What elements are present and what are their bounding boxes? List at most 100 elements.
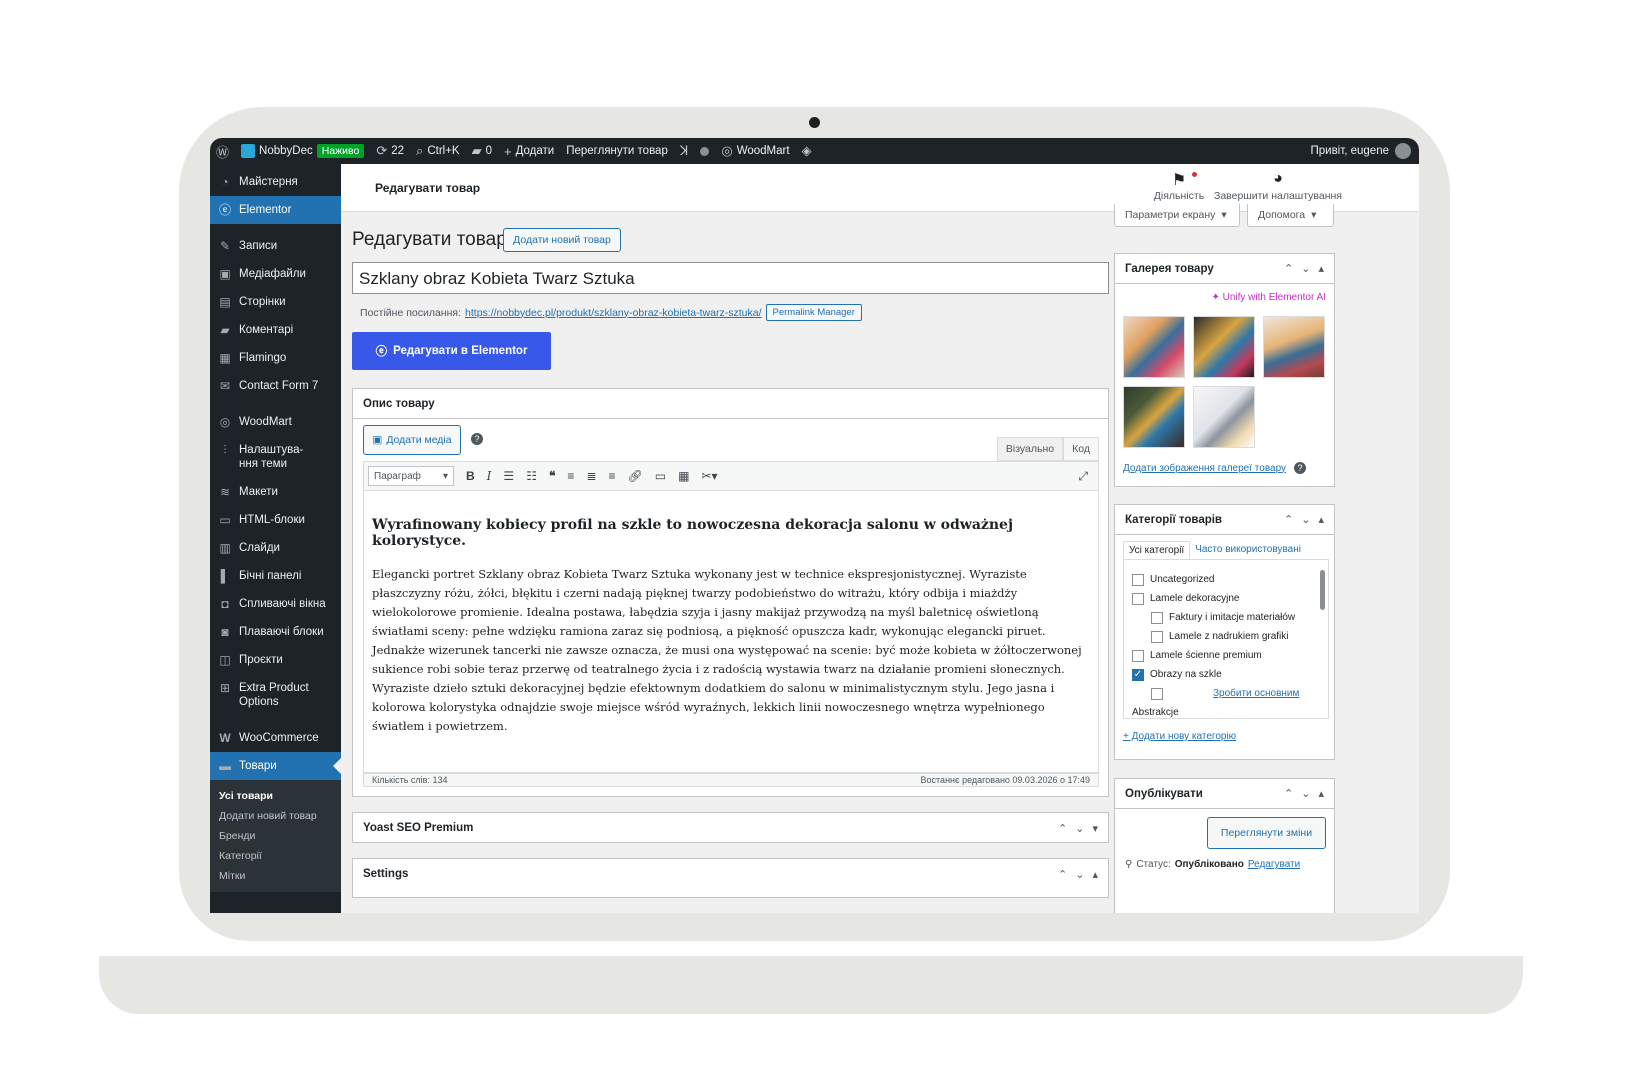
help-button[interactable]: Допомога ▾: [1247, 204, 1334, 227]
sidebar-item-woodmart[interactable]: ◎ WoodMart: [210, 408, 341, 436]
sidebar-item-media[interactable]: ▣ Медіафайли: [210, 260, 341, 288]
chevron-down-icon[interactable]: ⌄: [1301, 513, 1310, 526]
add-media-button[interactable]: ▣ Додати медіа: [363, 425, 461, 455]
command-palette-button[interactable]: ⌕ Ctrl+K: [410, 138, 466, 164]
make-primary-link[interactable]: Зробити основним: [1213, 688, 1299, 699]
tab-most-used[interactable]: Часто використовувані: [1190, 541, 1306, 559]
sidebar-item-pages[interactable]: ▤ Сторінки: [210, 288, 341, 316]
blockquote-icon[interactable]: ❝: [549, 469, 555, 483]
category-item[interactable]: Lamele ścienne premium: [1132, 646, 1320, 665]
category-checkbox[interactable]: [1151, 630, 1163, 643]
align-right-icon[interactable]: ≡: [609, 469, 616, 483]
account-menu[interactable]: Привіт, eugene: [1310, 143, 1419, 159]
category-checkbox[interactable]: [1132, 592, 1144, 605]
categories-box-header[interactable]: Категорії товарів ⌃ ⌄ ▴: [1115, 505, 1334, 535]
status-dot[interactable]: [694, 138, 715, 164]
product-title-input[interactable]: Szklany obraz Kobieta Twarz Sztuka: [352, 262, 1109, 294]
tab-code[interactable]: Код: [1063, 437, 1099, 461]
wordpress-logo-button[interactable]: Ⓦ: [210, 138, 235, 164]
publish-box-header[interactable]: Опублікувати ⌃ ⌄ ▴: [1115, 779, 1334, 809]
category-item[interactable]: Faktury i imitacje materiałów: [1132, 608, 1320, 627]
category-item[interactable]: Uncategorized: [1132, 570, 1320, 589]
add-gallery-images-link[interactable]: Додати зображення галереї товару: [1123, 463, 1286, 474]
chevron-up-icon[interactable]: ⌃: [1058, 868, 1067, 881]
gallery-image[interactable]: [1123, 316, 1185, 378]
category-checkbox[interactable]: [1132, 649, 1144, 662]
activity-button[interactable]: ⚑ Діяльність: [1147, 170, 1211, 202]
sidebar-item-slides[interactable]: ▥ Слайди: [210, 534, 341, 562]
chevron-up-icon[interactable]: ⌃: [1284, 787, 1293, 800]
editor-content[interactable]: Wyrafinowany kobiecy profil na szkle to …: [363, 491, 1099, 773]
bold-icon[interactable]: B: [466, 469, 475, 483]
bullet-list-icon[interactable]: ☰: [503, 469, 514, 483]
sidebar-item-theme-settings[interactable]: ⫶ Налаштува- ння теми: [210, 436, 341, 478]
category-item[interactable]: Lamele z nadrukiem grafiki: [1132, 627, 1320, 646]
submenu-tags[interactable]: Мітки: [210, 866, 341, 886]
chevron-up-icon[interactable]: ⌃: [1284, 262, 1293, 275]
submenu-all-products[interactable]: Усі товари: [210, 786, 341, 806]
category-scrollbar[interactable]: [1320, 570, 1325, 610]
sidebar-item-comments[interactable]: ▰ Коментарі: [210, 316, 341, 344]
yoast-button[interactable]: ꓘ: [674, 138, 695, 164]
read-more-icon[interactable]: ▭: [655, 469, 666, 483]
gallery-image[interactable]: [1263, 316, 1325, 378]
gallery-image[interactable]: [1193, 316, 1255, 378]
edit-status-link[interactable]: Редагувати: [1248, 859, 1300, 870]
toggle-arrow-icon[interactable]: ▾: [1092, 822, 1098, 835]
category-checkbox-checked[interactable]: ✓: [1132, 668, 1144, 681]
add-new-link[interactable]: + Додати: [498, 138, 560, 164]
format-select[interactable]: Параграф ▾: [368, 466, 454, 486]
finish-setup-button[interactable]: ◕ Завершити налаштування: [1211, 170, 1345, 202]
sidebar-item-dashboard[interactable]: ◔ Майстерня: [210, 168, 341, 196]
category-item[interactable]: Lamele dekoracyjne: [1132, 589, 1320, 608]
add-new-product-button[interactable]: Додати новий товар: [503, 228, 621, 252]
add-new-category-link[interactable]: + Додати нову категорію: [1123, 731, 1236, 742]
sidebar-item-floating-blocks[interactable]: ◙ Плаваючі блоки: [210, 618, 341, 646]
site-name-link[interactable]: NobbyDec Наживо: [235, 138, 370, 164]
sidebar-item-elementor[interactable]: ⓔ Elementor: [210, 196, 341, 224]
yoast-box-header[interactable]: Yoast SEO Premium ⌃ ⌄ ▾: [353, 813, 1108, 843]
toggle-arrow-icon[interactable]: ▴: [1092, 868, 1098, 881]
category-item[interactable]: ✓ Obrazy na szkle: [1132, 665, 1320, 684]
toggle-arrow-icon[interactable]: ▴: [1318, 513, 1324, 526]
italic-icon[interactable]: I: [487, 469, 492, 483]
fullscreen-icon[interactable]: ⤢: [1078, 469, 1088, 484]
sidebar-item-woocommerce[interactable]: W WooCommerce: [210, 724, 341, 752]
toggle-arrow-icon[interactable]: ▴: [1318, 787, 1324, 800]
updates-link[interactable]: ⟳ 22: [370, 138, 410, 164]
submenu-categories[interactable]: Категорії: [210, 846, 341, 866]
chevron-up-icon[interactable]: ⌃: [1058, 822, 1067, 835]
sidebar-item-projects[interactable]: ◫ Проєкти: [210, 646, 341, 674]
help-icon[interactable]: ?: [1294, 462, 1307, 474]
submenu-brands[interactable]: Бренди: [210, 826, 341, 846]
sidebar-item-flamingo[interactable]: ▦ Flamingo: [210, 344, 341, 372]
align-center-icon[interactable]: ≣: [586, 469, 596, 483]
chevron-down-icon[interactable]: ⌄: [1301, 787, 1310, 800]
tab-all-categories[interactable]: Усі категорії: [1123, 541, 1191, 559]
help-icon[interactable]: ?: [471, 433, 483, 445]
woodmart-link[interactable]: ◎ WoodMart: [715, 138, 795, 164]
view-product-link[interactable]: Переглянути товар: [560, 138, 674, 164]
sidebar-item-products[interactable]: ▬ Товари: [210, 752, 341, 780]
category-item[interactable]: Зробити основним: [1132, 684, 1320, 703]
permalink-manager-button[interactable]: Permalink Manager: [765, 304, 862, 321]
preview-changes-button[interactable]: Переглянути зміни: [1207, 817, 1326, 849]
chevron-down-icon[interactable]: ⌄: [1075, 822, 1084, 835]
chevron-up-icon[interactable]: ⌃: [1284, 513, 1293, 526]
permalink-url-link[interactable]: https://nobbydec.pl/produkt/szklany-obra…: [465, 307, 761, 319]
diamond-button[interactable]: ◈: [796, 138, 818, 164]
description-box-header[interactable]: Опис товару: [353, 389, 1108, 419]
category-checkbox[interactable]: [1151, 611, 1163, 624]
sidebar-item-layouts[interactable]: ≋ Макети: [210, 478, 341, 506]
sidebar-item-html-blocks[interactable]: ▭ HTML-блоки: [210, 506, 341, 534]
sidebar-item-posts[interactable]: ✎ Записи: [210, 232, 341, 260]
gallery-box-header[interactable]: Галерея товару ⌃ ⌄ ▴: [1115, 254, 1334, 284]
sidebar-item-side-panels[interactable]: ▌ Бічні панелі: [210, 562, 341, 590]
sidebar-item-contact-form[interactable]: ✉ Contact Form 7: [210, 372, 341, 400]
gallery-image[interactable]: [1123, 386, 1185, 448]
category-checkbox[interactable]: [1132, 573, 1144, 586]
toolbar-toggle-icon[interactable]: ▦: [678, 469, 689, 483]
category-item[interactable]: Abstrakcje: [1132, 703, 1320, 718]
edit-with-elementor-button[interactable]: ⓔ Редагувати в Elementor: [352, 332, 551, 370]
screen-options-button[interactable]: Параметри екрану ▾: [1114, 204, 1240, 227]
